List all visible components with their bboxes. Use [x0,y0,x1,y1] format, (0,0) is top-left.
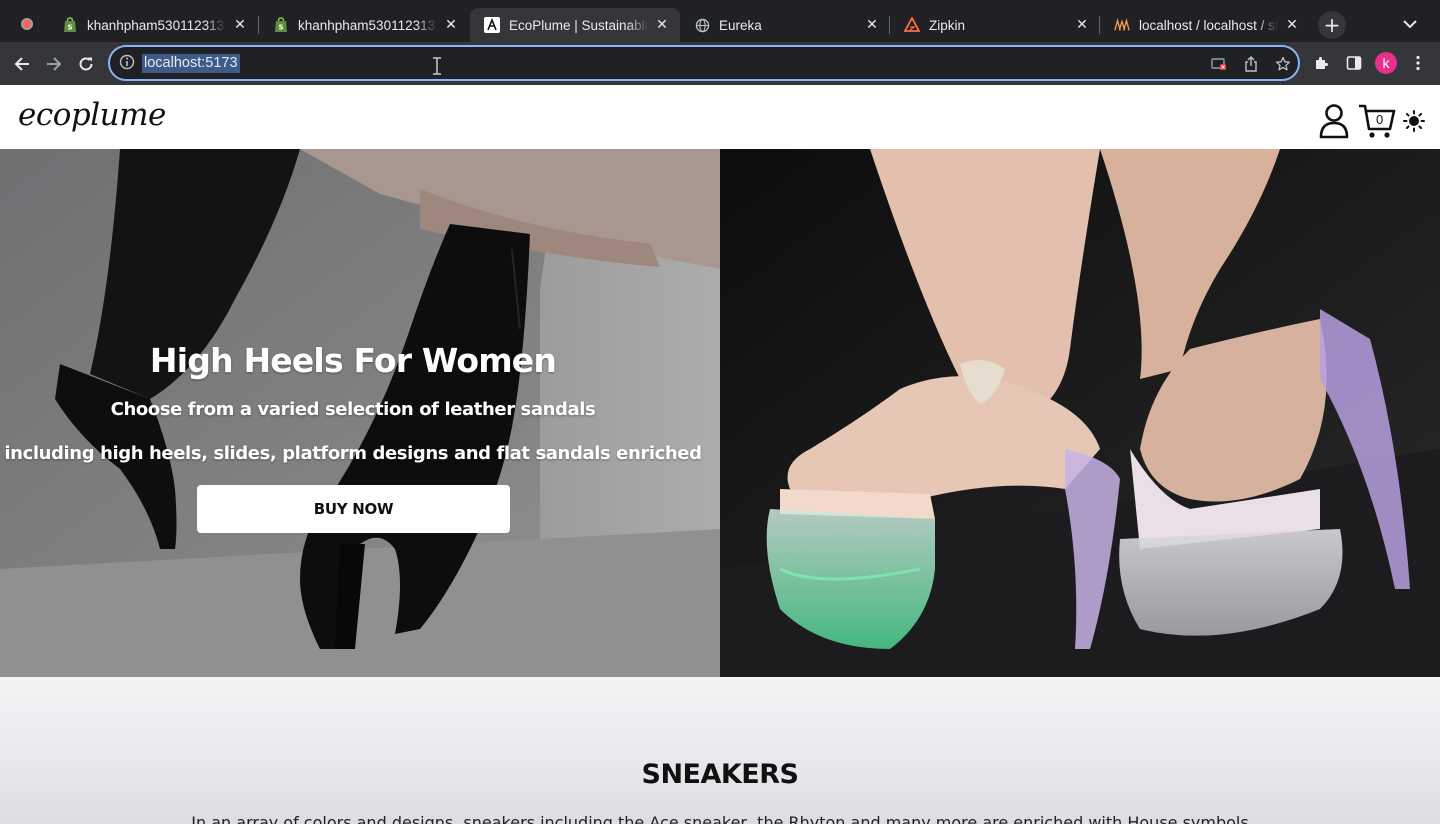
close-icon[interactable]: ✕ [864,17,880,33]
tab-shopify-1[interactable]: S khanhpham530112313 · P ✕ [48,8,258,42]
cast-blocked-icon[interactable] [1210,55,1228,73]
zipkin-icon [904,17,920,33]
phpmyadmin-icon [1114,17,1130,33]
extensions-puzzle-icon[interactable] [1312,53,1332,73]
close-icon[interactable]: ✕ [654,17,670,33]
buy-now-button[interactable]: BUY NOW [197,485,510,533]
close-icon[interactable]: ✕ [232,17,248,33]
svg-text:S: S [67,24,72,32]
address-bar[interactable]: localhost:5173 [108,45,1300,81]
close-icon[interactable]: ✕ [1284,17,1300,33]
reload-icon[interactable] [72,50,100,78]
url-text[interactable]: localhost:5173 [142,54,240,73]
tab-title: localhost / localhost / sto [1139,17,1278,33]
hero-subtitle-line2: including high heels, slides, platform d… [4,443,702,464]
profile-avatar[interactable]: k [1375,52,1397,74]
tab-title: Zipkin [929,17,966,33]
section-title: SNEAKERS [641,759,800,790]
hero-title: High Heels For Women [149,341,557,380]
tab-title: khanhpham530112313 · P [87,17,226,33]
svg-text:S: S [278,24,283,32]
tab-ecoplume[interactable]: EcoPlume | Sustainable S ✕ [470,8,680,42]
tab-search-chevron-down-icon[interactable] [1400,14,1420,34]
section-description: In an array of colors and designs, sneak… [191,813,1249,824]
close-icon[interactable]: ✕ [1074,17,1090,33]
sneakers-section: SNEAKERS In an array of colors and desig… [0,677,1440,824]
hero-banner: High Heels For Women Choose from a varie… [0,149,1440,677]
bookmark-star-icon[interactable] [1274,55,1292,73]
forward-arrow-icon[interactable] [40,50,68,78]
recording-indicator-icon [21,18,33,30]
browser-toolbar: localhost:5173 k [0,42,1440,85]
site-info-icon[interactable] [119,54,137,72]
tab-title: EcoPlume | Sustainable S [509,17,648,33]
share-icon[interactable] [1242,55,1260,73]
cart-count-badge: 0 [1376,112,1384,127]
hero-subtitle-line1: Choose from a varied selection of leathe… [110,399,596,420]
hero-heels-image [720,149,1440,677]
cart-icon[interactable]: 0 [1358,103,1396,139]
sun-theme-toggle-icon[interactable] [1403,110,1425,132]
tab-zipkin[interactable]: Zipkin ✕ [890,8,1100,42]
close-icon[interactable]: ✕ [443,17,459,33]
side-panel-icon[interactable] [1344,53,1364,73]
web-page: ecoplume 0 High Heels For Women Choose f… [0,85,1440,824]
browser-tab-bar: S khanhpham530112313 · P ✕ S khanhpham53… [0,0,1440,46]
tab-eureka[interactable]: Eureka ✕ [680,8,890,42]
user-account-icon[interactable] [1318,103,1350,139]
tab-shopify-2[interactable]: S khanhpham530112313 · A ✕ [259,8,469,42]
site-header: ecoplume 0 [0,85,1440,149]
tab-title: khanhpham530112313 · A [298,17,437,33]
site-logo[interactable]: ecoplume [18,97,166,133]
back-arrow-icon[interactable] [8,50,36,78]
shopify-bag-icon: S [273,17,289,33]
new-tab-plus-icon[interactable]: + [1318,11,1346,39]
tab-phpmyadmin[interactable]: localhost / localhost / sto ✕ [1100,8,1310,42]
globe-icon [694,17,710,33]
text-cursor-icon [432,57,442,75]
ecoplume-a-icon [484,17,500,33]
browser-menu-kebab-icon[interactable] [1408,53,1428,73]
shopify-bag-icon: S [62,17,78,33]
tab-title: Eureka [719,17,762,33]
